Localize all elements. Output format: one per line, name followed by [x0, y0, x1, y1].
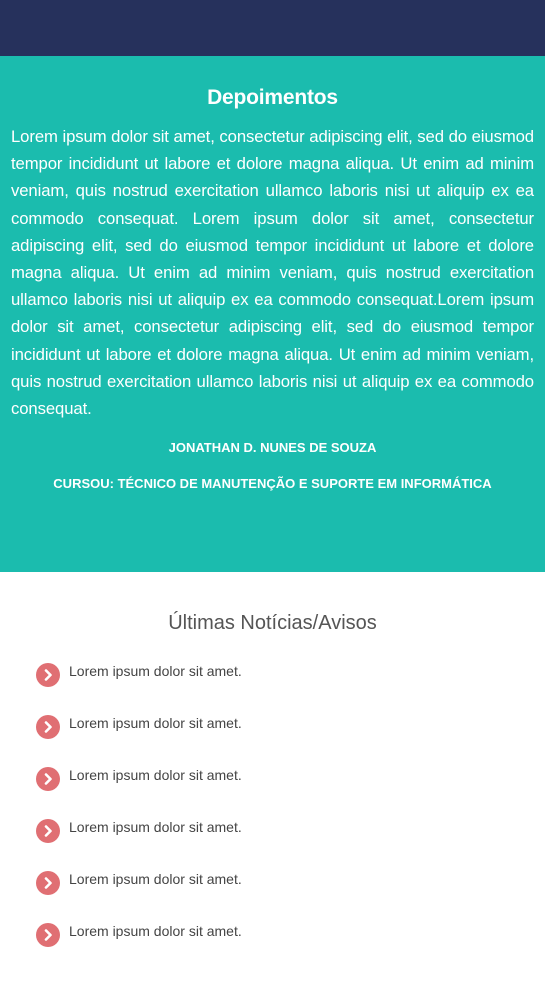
testimonials-section: Depoimentos Lorem ipsum dolor sit amet, … [0, 56, 545, 572]
news-item[interactable]: Lorem ipsum dolor sit amet. [36, 920, 545, 947]
news-item[interactable]: Lorem ipsum dolor sit amet. [36, 712, 545, 739]
news-item-label[interactable]: Lorem ipsum dolor sit amet. [69, 663, 242, 679]
chevron-right-circle-icon [36, 923, 60, 947]
news-title: Últimas Notícias/Avisos [168, 612, 377, 634]
news-item[interactable]: Lorem ipsum dolor sit amet. [36, 764, 545, 791]
news-item[interactable]: Lorem ipsum dolor sit amet. [36, 816, 545, 843]
news-item-label[interactable]: Lorem ipsum dolor sit amet. [69, 715, 242, 731]
chevron-right-circle-icon [36, 663, 60, 687]
news-item[interactable]: Lorem ipsum dolor sit amet. [36, 868, 545, 895]
top-navbar [0, 0, 545, 56]
chevron-right-circle-icon [36, 715, 60, 739]
news-section: Últimas Notícias/Avisos Lorem ipsum dolo… [0, 572, 545, 947]
news-list: Lorem ipsum dolor sit amet. Lorem ipsum … [0, 660, 545, 947]
chevron-right-circle-icon [36, 871, 60, 895]
news-item-label[interactable]: Lorem ipsum dolor sit amet. [69, 819, 242, 835]
chevron-right-circle-icon [36, 767, 60, 791]
testimonial-course: CURSOU: TÉCNICO DE MANUTENÇÃO E SUPORTE … [53, 476, 492, 492]
news-item-label[interactable]: Lorem ipsum dolor sit amet. [69, 871, 242, 887]
testimonials-title: Depoimentos [207, 86, 338, 109]
chevron-right-circle-icon [36, 819, 60, 843]
testimonial-author: JONATHAN D. NUNES DE SOUZA [168, 440, 377, 456]
news-item-label[interactable]: Lorem ipsum dolor sit amet. [69, 923, 242, 939]
testimonial-text: Lorem ipsum dolor sit amet, consectetur … [11, 127, 534, 419]
news-item[interactable]: Lorem ipsum dolor sit amet. [36, 660, 545, 687]
news-item-label[interactable]: Lorem ipsum dolor sit amet. [69, 767, 242, 783]
